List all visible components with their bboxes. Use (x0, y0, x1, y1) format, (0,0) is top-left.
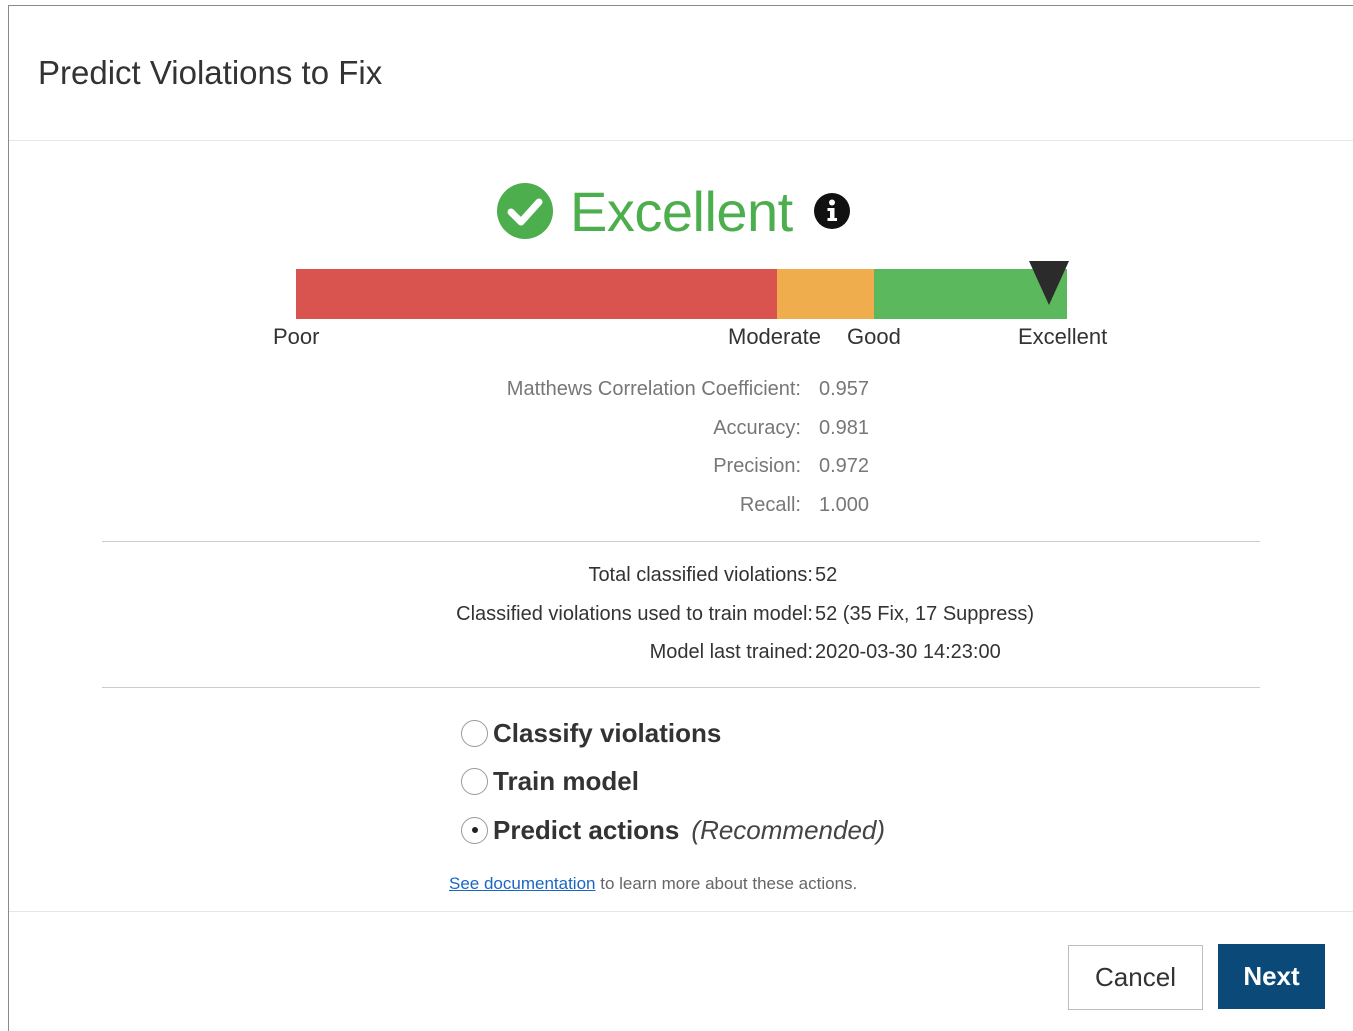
scale-segment-poor (296, 269, 777, 319)
stat-label: Model last trained: (649, 641, 813, 663)
metric-row: Recall: 1.000 (9, 489, 1353, 528)
scale-label-moderate: Moderate (728, 324, 821, 349)
metric-row: Matthews Correlation Coefficient: 0.957 (9, 373, 1353, 412)
documentation-hint: See documentation to learn more about th… (449, 874, 857, 894)
training-stats: Total classified violations: 52 Classifi… (9, 563, 1353, 679)
cancel-button[interactable]: Cancel (1068, 945, 1203, 1010)
metric-value: 0.957 (819, 378, 870, 400)
metric-row: Accuracy: 0.981 (9, 412, 1353, 451)
scale-label-excellent: Excellent (1018, 324, 1108, 349)
dialog-header: Predict Violations to Fix (9, 6, 1353, 141)
stat-row: Classified violations used to train mode… (9, 602, 1353, 641)
option-label[interactable]: Predict actions (493, 815, 679, 846)
stat-value: 52 (815, 564, 838, 586)
scale-label-poor: Poor (273, 324, 320, 349)
metric-value: 0.972 (819, 455, 870, 477)
metric-label: Recall: (739, 493, 801, 516)
check-circle-icon (497, 183, 553, 239)
metric-label: Accuracy: (713, 416, 801, 439)
dialog-footer: Cancel Next (9, 911, 1353, 1031)
model-rating: Excellent (496, 179, 851, 243)
predict-violations-dialog: Predict Violations to Fix Excellent Poor… (8, 5, 1353, 1031)
radio-classify-violations[interactable] (461, 719, 488, 747)
stat-label: Total classified violations: (588, 564, 813, 586)
see-documentation-link[interactable]: See documentation (449, 874, 596, 893)
action-options: Classify violations Train model Predict … (461, 709, 885, 855)
section-divider (102, 541, 1260, 542)
stat-value: 52 (35 Fix, 17 Suppress) (815, 602, 1034, 625)
recommended-note: (Recommended) (691, 814, 886, 845)
stat-row: Model last trained: 2020-03-30 14:23:00 (9, 640, 1353, 679)
model-metrics: Matthews Correlation Coefficient: 0.957 … (9, 373, 1353, 527)
metric-label: Matthews Correlation Coefficient: (506, 378, 801, 400)
option-label[interactable]: Train model (493, 766, 639, 797)
option-train-model[interactable]: Train model (461, 758, 885, 807)
option-predict-actions[interactable]: Predict actions (Recommended) (461, 806, 885, 855)
info-circle-icon[interactable] (813, 192, 851, 230)
quality-scale: Poor Moderate Good Excellent (9, 261, 1353, 361)
documentation-suffix: to learn more about these actions. (595, 874, 858, 893)
triangle-down-icon (1029, 261, 1069, 305)
metric-label: Precision: (713, 455, 801, 477)
rating-label: Excellent (570, 179, 793, 243)
next-button[interactable]: Next (1218, 944, 1325, 1009)
stat-label: Classified violations used to train mode… (456, 602, 813, 625)
metric-row: Precision: 0.972 (9, 450, 1353, 489)
stat-value: 2020-03-30 14:23:00 (815, 641, 1001, 663)
stat-row: Total classified violations: 52 (9, 563, 1353, 602)
section-divider (102, 687, 1260, 688)
metric-value: 1.000 (819, 493, 870, 516)
metric-value: 0.981 (819, 416, 870, 439)
scale-label-good: Good (847, 324, 901, 349)
radio-train-model[interactable] (461, 768, 488, 796)
scale-segment-moderate (777, 269, 874, 319)
radio-predict-actions[interactable] (461, 816, 488, 844)
dialog-title: Predict Violations to Fix (38, 54, 383, 91)
option-label[interactable]: Classify violations (493, 718, 721, 749)
option-classify-violations[interactable]: Classify violations (461, 709, 885, 758)
